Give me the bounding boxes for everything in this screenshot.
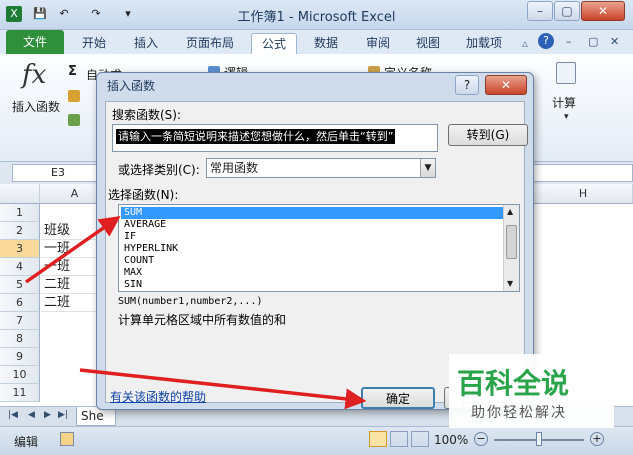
watermark-subtitle: 助你轻松解决 <box>471 405 567 421</box>
watermark-title: 百科全说 <box>457 367 570 400</box>
arrow-to-function-list <box>24 215 121 284</box>
arrow-to-ok-button <box>79 368 367 410</box>
watermark-logo: 百科全说 助你轻松解决 <box>449 354 614 428</box>
